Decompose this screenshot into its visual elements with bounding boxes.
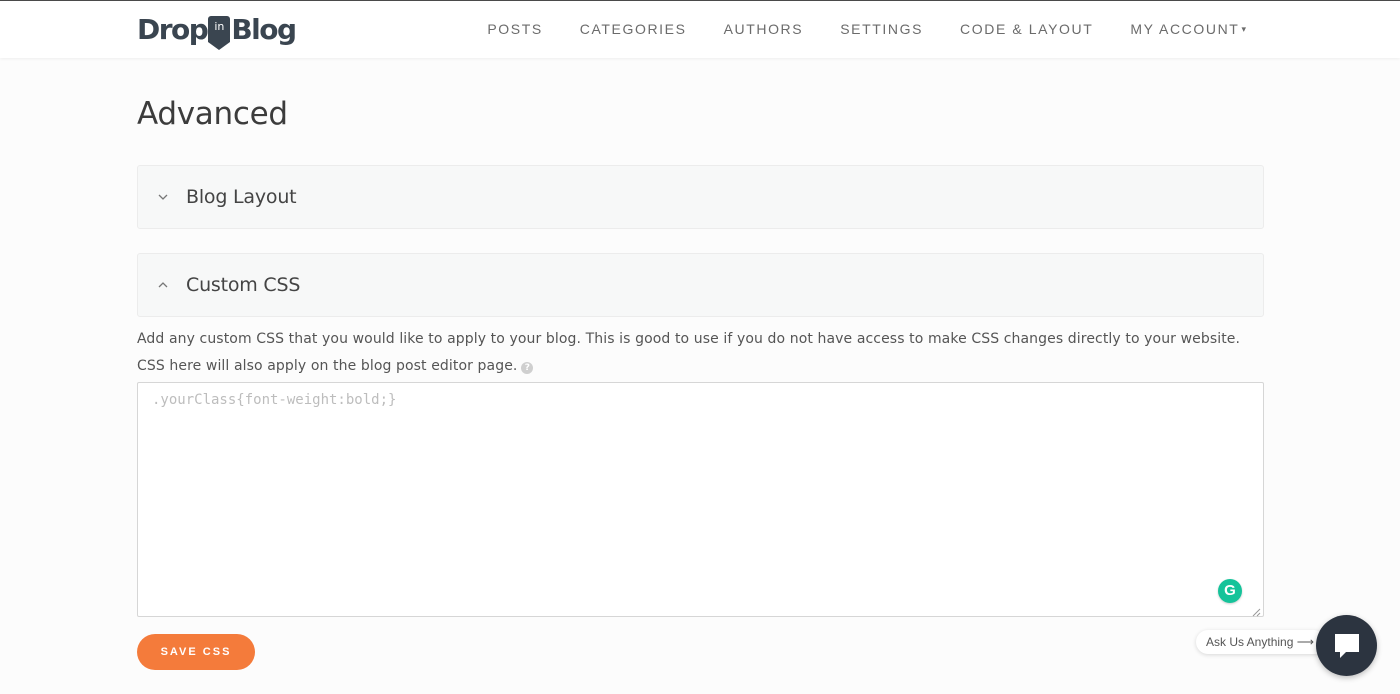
dropinblog-logo[interactable]: Drop in Blog: [137, 11, 297, 50]
resize-handle-icon[interactable]: [1251, 604, 1261, 617]
nav-my-account-label: MY ACCOUNT: [1130, 21, 1240, 37]
nav-settings[interactable]: SETTINGS: [840, 21, 923, 37]
ask-us-anything-text: Ask Us Anything: [1206, 635, 1294, 649]
ask-us-anything-label[interactable]: Ask Us Anything ⟶: [1196, 630, 1326, 654]
nav-code-layout[interactable]: CODE & LAYOUT: [960, 21, 1093, 37]
logo-pin-text: in: [214, 20, 225, 33]
caret-down-icon: ▾: [1241, 24, 1246, 34]
panel-custom-css[interactable]: Custom CSS: [137, 253, 1264, 317]
nav-my-account[interactable]: MY ACCOUNT ▾: [1130, 21, 1246, 37]
nav-categories[interactable]: CATEGORIES: [580, 21, 687, 37]
logo-pin-icon: in: [208, 16, 231, 50]
custom-css-description-text: Add any custom CSS that you would like t…: [137, 331, 1241, 374]
custom-css-description: Add any custom CSS that you would like t…: [137, 326, 1264, 380]
chat-launcher-button[interactable]: [1316, 615, 1377, 676]
grammarly-icon[interactable]: G: [1218, 579, 1242, 603]
chat-bubble-icon: [1334, 633, 1359, 658]
panel-blog-layout[interactable]: Blog Layout: [137, 165, 1264, 229]
panel-custom-css-title: Custom CSS: [186, 274, 301, 296]
nav-posts[interactable]: POSTS: [487, 21, 542, 37]
chevron-down-icon: [156, 194, 170, 200]
custom-css-textarea[interactable]: [137, 382, 1264, 617]
nav-authors[interactable]: AUTHORS: [724, 21, 804, 37]
logo-text-drop: Drop: [137, 12, 209, 46]
arrow-right-icon: ⟶: [1296, 635, 1314, 649]
logo-text-blog: Blog: [231, 12, 297, 46]
main-nav: POSTS CATEGORIES AUTHORS SETTINGS CODE &…: [450, 21, 1246, 37]
save-css-button[interactable]: SAVE CSS: [137, 634, 255, 670]
panel-blog-layout-title: Blog Layout: [186, 186, 297, 208]
chevron-up-icon: [156, 282, 170, 288]
help-icon[interactable]: ?: [521, 362, 534, 374]
top-navbar: Drop in Blog POSTS CATEGORIES AUTHORS SE…: [0, 0, 1400, 58]
page-title: Advanced: [137, 96, 288, 132]
